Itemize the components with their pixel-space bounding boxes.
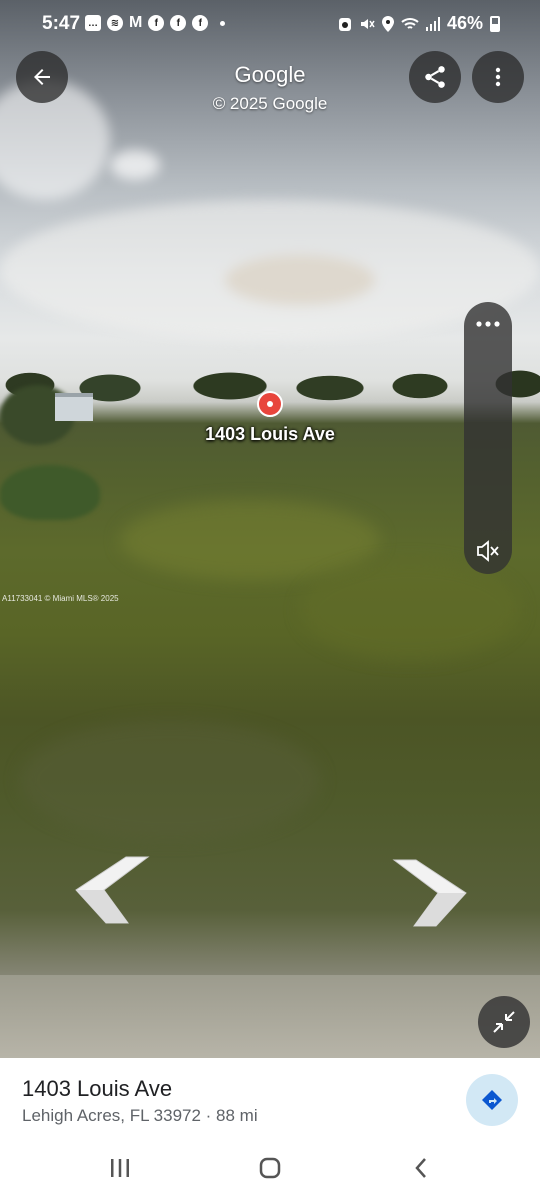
- marker-center: [267, 401, 273, 407]
- status-bar: 5:47 … ≋ M f f f 46%: [0, 0, 540, 44]
- place-card[interactable]: 1403 Louis Ave Lehigh Acres, FL 33972 · …: [0, 1058, 540, 1138]
- wifi-icon: [401, 17, 419, 29]
- spotify-icon: ≋: [107, 15, 123, 31]
- facebook-icon: f: [192, 15, 209, 31]
- home-icon[interactable]: [258, 1156, 282, 1180]
- place-name: 1403 Louis Ave: [22, 1076, 173, 1101]
- signal-icon: [425, 16, 440, 31]
- messages-icon: …: [85, 15, 101, 31]
- location-marker[interactable]: [257, 391, 283, 417]
- chevron-right-icon[interactable]: [392, 858, 468, 928]
- more-vert-icon: [495, 67, 501, 87]
- recents-icon[interactable]: [108, 1156, 132, 1180]
- more-horiz-icon: [476, 321, 500, 327]
- notification-icons: … ≋ M f f f: [85, 14, 226, 32]
- back-button[interactable]: [16, 51, 68, 103]
- share-icon: [425, 66, 445, 88]
- side-menu-button[interactable]: [464, 316, 512, 328]
- facebook-icon: f: [170, 15, 187, 31]
- location-icon: [381, 15, 394, 32]
- mute-button[interactable]: [475, 538, 501, 569]
- header-title-block: Google © 2025 Google: [150, 62, 390, 114]
- system-nav-bar: [0, 1138, 540, 1200]
- copyright: © 2025 Google: [212, 94, 328, 113]
- directions-button[interactable]: [466, 1074, 518, 1126]
- battery-percent: 46%: [446, 13, 483, 33]
- back-nav-icon[interactable]: [410, 1156, 434, 1180]
- back-icon: [34, 69, 50, 85]
- gmail-icon: M: [129, 14, 143, 31]
- side-controls-panel: [464, 302, 512, 574]
- system-status: 46%: [338, 13, 500, 34]
- more-options-button[interactable]: [472, 51, 524, 103]
- alarm-icon: [338, 17, 351, 31]
- mute-status-icon: [360, 18, 375, 29]
- facebook-icon: f: [148, 15, 165, 31]
- mute-icon: [477, 540, 499, 562]
- mls-watermark: A11733041 © Miami MLS® 2025: [2, 594, 119, 603]
- shrub: [0, 465, 100, 520]
- more-notifications-icon: [220, 20, 226, 26]
- house: [55, 393, 93, 421]
- battery-icon: [490, 15, 500, 32]
- page-title: Google: [234, 62, 306, 87]
- marker-label: 1403 Louis Ave: [205, 424, 335, 444]
- directions-icon: [482, 1090, 502, 1110]
- place-details: Lehigh Acres, FL 33972 · 88 mi: [22, 1106, 258, 1125]
- collapse-icon: [493, 1011, 515, 1033]
- chevron-left-icon[interactable]: [74, 855, 150, 925]
- collapse-button[interactable]: [478, 996, 530, 1048]
- gravel-road: [0, 975, 540, 1058]
- share-button[interactable]: [409, 51, 461, 103]
- status-time: 5:47: [42, 13, 81, 34]
